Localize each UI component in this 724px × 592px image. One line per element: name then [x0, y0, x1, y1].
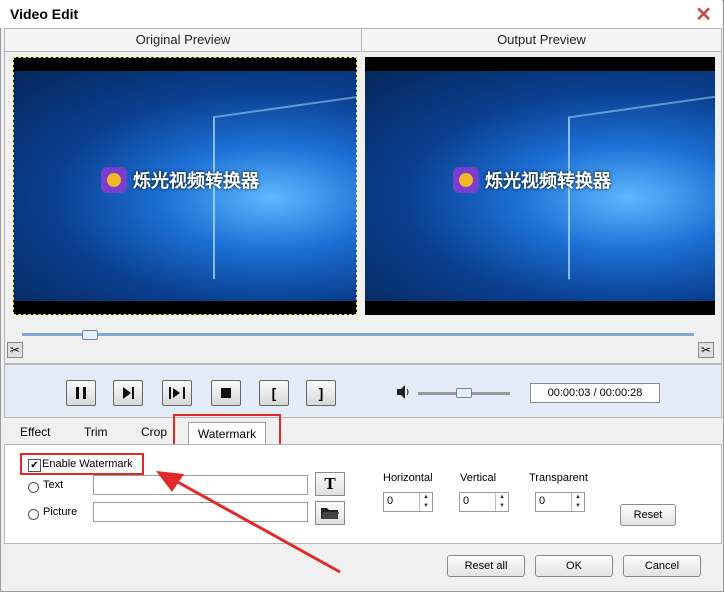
- set-end-button[interactable]: ]: [306, 380, 336, 406]
- crop-selection-frame[interactable]: [13, 57, 357, 315]
- pause-icon: [76, 387, 86, 399]
- text-radio-label: Text: [43, 479, 64, 491]
- progress-slider-thumb[interactable]: [82, 330, 98, 340]
- step-forward-icon: [123, 387, 134, 399]
- preview-panel: Original Preview Output Preview 烁光视频转换器 …: [4, 28, 722, 364]
- left-bracket-icon: [: [271, 385, 277, 401]
- transparent-spinner[interactable]: 0 ▲ ▼: [535, 492, 585, 512]
- right-bracket-icon: ]: [318, 385, 324, 401]
- trim-start-scissors-icon[interactable]: ✂: [7, 342, 23, 358]
- pause-button[interactable]: [66, 380, 96, 406]
- tab-effect[interactable]: Effect: [20, 421, 50, 443]
- app-logo-icon: [453, 167, 479, 193]
- annotation-arrow-icon: [156, 471, 341, 574]
- output-preview-video: 烁光视频转换器: [365, 57, 715, 315]
- set-start-button[interactable]: [: [259, 380, 289, 406]
- vertical-label: Vertical: [460, 472, 497, 484]
- picture-radio-label: Picture: [43, 506, 78, 518]
- tab-crop[interactable]: Crop: [141, 421, 167, 443]
- horizontal-label: Horizontal: [383, 472, 433, 484]
- play-bracket-icon: [169, 387, 185, 399]
- horizontal-value: 0: [387, 495, 394, 507]
- horizontal-spinner[interactable]: 0 ▲ ▼: [383, 492, 433, 512]
- spinner-arrows-icon[interactable]: ▲ ▼: [495, 493, 508, 511]
- ok-button[interactable]: OK: [535, 555, 613, 577]
- picture-radio[interactable]: [28, 509, 39, 520]
- watermark-caption: 烁光视频转换器: [485, 171, 611, 191]
- vertical-spinner[interactable]: 0 ▲ ▼: [459, 492, 509, 512]
- reset-all-button[interactable]: Reset all: [447, 555, 525, 577]
- original-preview-video[interactable]: 烁光视频转换器: [13, 57, 357, 315]
- stop-icon: [221, 388, 231, 398]
- next-frame-button[interactable]: [113, 380, 143, 406]
- transparent-value: 0: [539, 495, 546, 507]
- window-title: Video Edit: [10, 6, 79, 22]
- volume-slider-thumb[interactable]: [456, 388, 472, 398]
- play-selection-button[interactable]: [162, 380, 192, 406]
- stop-button[interactable]: [211, 380, 241, 406]
- volume-icon[interactable]: [396, 384, 412, 403]
- vertical-value: 0: [463, 495, 470, 507]
- time-display: 00:00:03 / 00:00:28: [530, 383, 660, 403]
- text-radio[interactable]: [28, 482, 39, 493]
- spinner-arrows-icon[interactable]: ▲ ▼: [419, 493, 432, 511]
- enable-watermark-highlight: [20, 453, 144, 475]
- tab-trim[interactable]: Trim: [84, 421, 108, 443]
- reset-button[interactable]: Reset: [620, 504, 676, 526]
- output-preview-label: Output Preview: [362, 29, 721, 52]
- spinner-arrows-icon[interactable]: ▲ ▼: [571, 493, 584, 511]
- cancel-button[interactable]: Cancel: [623, 555, 701, 577]
- original-preview-label: Original Preview: [5, 29, 361, 52]
- video-watermark: 烁光视频转换器: [453, 167, 611, 193]
- transparent-label: Transparent: [529, 472, 588, 484]
- progress-slider-track[interactable]: [22, 333, 694, 336]
- title-bar: Video Edit ✕: [0, 0, 722, 28]
- trim-end-scissors-icon[interactable]: ✂: [698, 342, 714, 358]
- close-icon[interactable]: ✕: [695, 2, 712, 27]
